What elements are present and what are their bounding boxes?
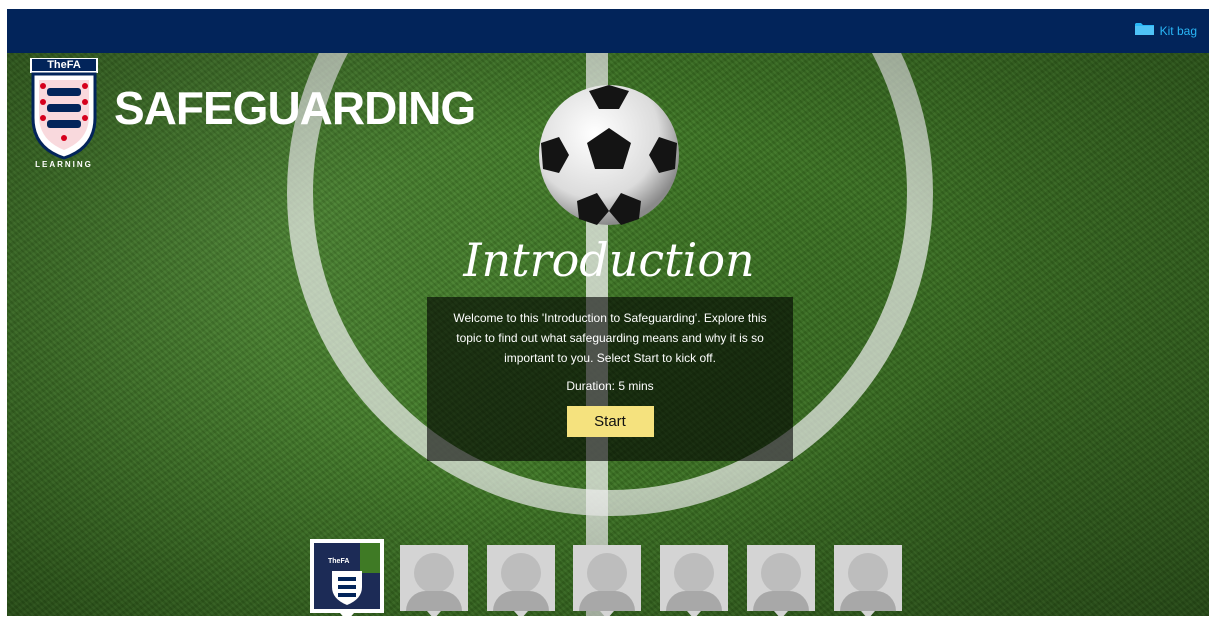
- thumbnail-pointer: [774, 611, 788, 616]
- football-image: [537, 83, 681, 232]
- thumbnail-item-1[interactable]: TheFA: [310, 539, 384, 616]
- thumbnail-pointer: [861, 611, 875, 616]
- person-shoulders: [493, 591, 549, 611]
- person-shoulders: [753, 591, 809, 611]
- person-avatar: [674, 553, 714, 593]
- kitbag-button[interactable]: Kit bag: [1134, 22, 1197, 39]
- person-shoulders: [840, 591, 896, 611]
- thumbnail-badge: TheFA: [328, 558, 350, 565]
- person-shoulders: [666, 591, 722, 611]
- thumbnail-item-6[interactable]: [747, 545, 815, 616]
- person-avatar: [761, 553, 801, 593]
- fa-learning-logo: TheFA LEARNING: [29, 57, 99, 173]
- intro-text: Welcome to this 'Introduction to Safegua…: [453, 311, 767, 365]
- logo-top-text: TheFA: [47, 59, 81, 71]
- thumbnail-item-4[interactable]: [573, 545, 641, 616]
- thumbnail-image: TheFA: [314, 543, 380, 609]
- person-avatar: [587, 553, 627, 593]
- thumbnail-pointer: [514, 611, 528, 616]
- thumbnail-pointer: [687, 611, 701, 616]
- thumbnail-pointer: [600, 611, 614, 616]
- logo-bottom-text: LEARNING: [35, 160, 93, 169]
- thumbnail-item-7[interactable]: [834, 545, 902, 616]
- thumbnail-item-5[interactable]: [660, 545, 728, 616]
- thumbnail-item-2[interactable]: [400, 545, 468, 616]
- person-shoulders: [579, 591, 635, 611]
- thumbnail-pointer: [427, 611, 441, 616]
- intro-heading: Introduction: [463, 233, 755, 287]
- folder-icon: [1134, 22, 1155, 39]
- person-avatar: [414, 553, 454, 593]
- intro-panel: Welcome to this 'Introduction to Safegua…: [427, 297, 793, 461]
- person-avatar: [848, 553, 888, 593]
- person-shoulders: [406, 591, 462, 611]
- pitch-background: TheFA LEARNING SAFEGUARDING Introduction…: [7, 53, 1209, 616]
- top-bar: Kit bag: [7, 9, 1209, 53]
- start-button[interactable]: Start: [566, 406, 654, 437]
- brand-title: SAFEGUARDING: [114, 82, 476, 134]
- app-window: Kit bag TheFA LEARNING SAFEGUARDING Intr…: [7, 9, 1209, 616]
- thumbnail-item-3[interactable]: [487, 545, 555, 616]
- thumbnail-pointer: [340, 613, 354, 616]
- duration-text: Duration: 5 mins: [566, 379, 654, 393]
- person-avatar: [501, 553, 541, 593]
- kitbag-label: Kit bag: [1159, 23, 1197, 38]
